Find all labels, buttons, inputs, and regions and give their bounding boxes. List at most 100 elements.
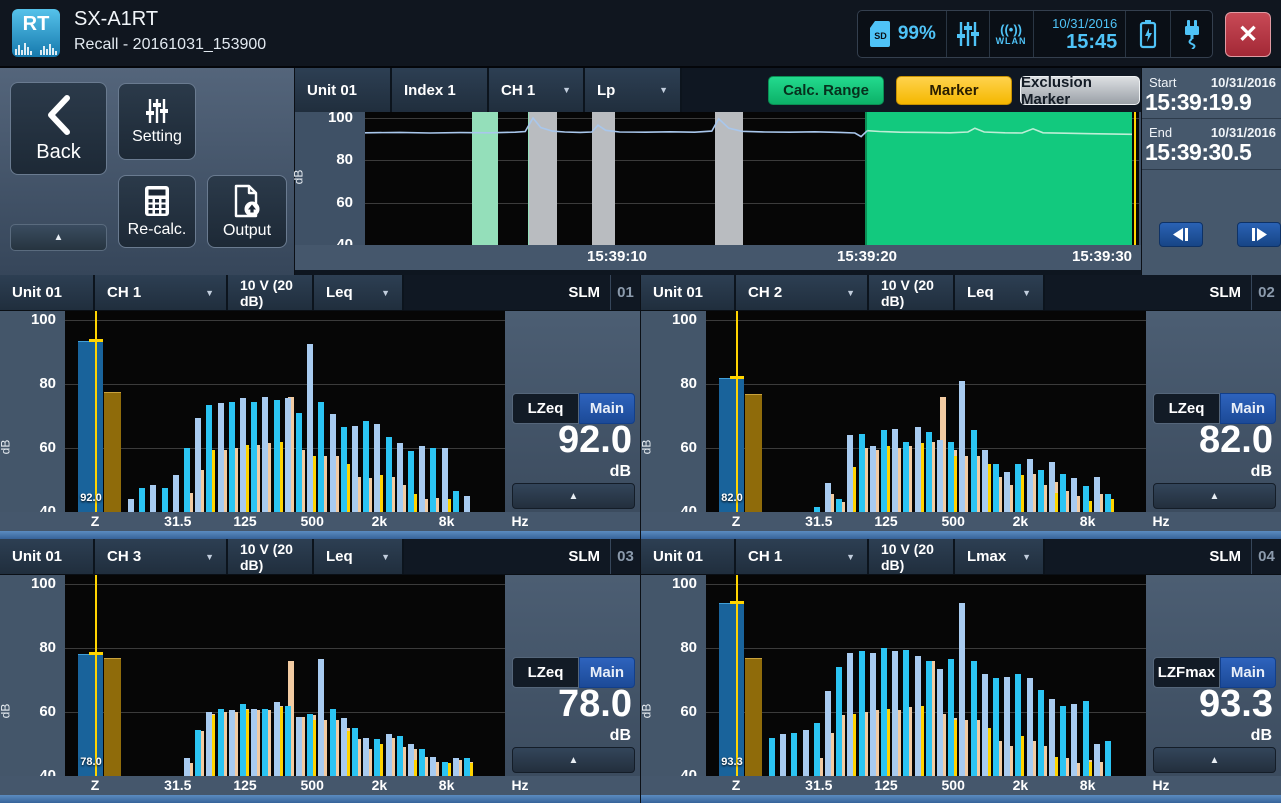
x-tick-label: Z: [91, 777, 100, 793]
marker-button[interactable]: Marker: [896, 76, 1012, 105]
gridline: [65, 320, 505, 321]
spectrum-bar: [1004, 472, 1010, 512]
close-button[interactable]: ✕: [1225, 12, 1271, 57]
x-tick-label: 2k: [372, 777, 388, 793]
panel-channel-selector[interactable]: CH 1 ▼: [736, 539, 869, 574]
y-axis-unit-label: dB: [639, 704, 653, 719]
x-axis-unit-label: Hz: [511, 777, 528, 793]
spectrum-plot[interactable]: 93.3: [706, 575, 1146, 776]
spectrum-bar: [128, 499, 134, 512]
index-selector[interactable]: Index 1: [392, 68, 489, 112]
x-tick-label: 500: [942, 777, 965, 793]
panel-unit-selector[interactable]: Unit 01: [0, 275, 95, 310]
spectrum-plot[interactable]: 78.0: [65, 575, 505, 776]
step-backward-button[interactable]: [1159, 222, 1203, 247]
x-tick-label: 125: [233, 777, 256, 793]
panel-unit-selector[interactable]: Unit 01: [0, 539, 95, 574]
panel-quantity-selector[interactable]: Leq ▼: [955, 275, 1045, 310]
spectrum-bar: [870, 446, 876, 512]
slm-panel-2: Unit 01 CH 2 ▼ 10 V (20 dB) Leq ▼ SLM 02…: [641, 275, 1281, 539]
battery-icon: [1138, 19, 1158, 49]
panel-expand-button[interactable]: ▲: [1153, 747, 1276, 773]
panel-slm-label: SLM: [404, 539, 610, 574]
end-date: 10/31/2016: [1211, 125, 1276, 140]
y-tick-label: 100: [303, 109, 353, 126]
y-tick-label: 100: [6, 575, 56, 592]
datetime-status: 10/31/2016 15:45: [1033, 11, 1126, 57]
spectrum-bar: [419, 749, 425, 776]
step-forward-button[interactable]: [1237, 222, 1281, 247]
z-cursor-line: [95, 575, 97, 776]
z-cursor-label: 78.0: [69, 756, 113, 768]
spectrum-bar-tertiary: [448, 499, 451, 512]
panel-slm-number: 02: [1251, 275, 1281, 310]
spectrum-bar: [803, 730, 809, 776]
panel-range-selector[interactable]: 10 V (20 dB): [228, 275, 314, 310]
y-tick-label: 100: [647, 575, 697, 592]
y-tick-label: 80: [647, 639, 697, 656]
level-time-line: [365, 112, 1139, 245]
level-time-plot[interactable]: [365, 112, 1139, 245]
panel-range-selector[interactable]: 10 V (20 dB): [228, 539, 314, 574]
spectrum-bar-tertiary: [212, 450, 215, 512]
chevron-down-icon: ▼: [659, 85, 668, 95]
z-cursor-tick: [730, 376, 744, 379]
spectrum-bar: [993, 678, 999, 776]
chevron-down-icon: ▼: [205, 552, 214, 562]
panel-expand-button[interactable]: ▲: [1153, 483, 1276, 509]
spectrum-bar: [430, 448, 436, 512]
panel-quantity-selector[interactable]: Leq ▼: [314, 275, 404, 310]
setting-button[interactable]: Setting: [118, 83, 196, 160]
plug-icon: [1181, 19, 1203, 49]
spectrum-bar: [251, 709, 257, 776]
level-time-chart-region: Unit 01 Index 1 CH 1 ▼ Lp ▼ Calc. Range …: [295, 68, 1141, 275]
panel-unit-selector[interactable]: Unit 01: [641, 275, 736, 310]
calc-range-button[interactable]: Calc. Range: [768, 76, 884, 105]
sidebar-collapse-button[interactable]: ▲: [10, 224, 107, 251]
panel-slm-label: SLM: [1045, 275, 1251, 310]
panel-quantity-selector[interactable]: Lmax ▼: [955, 539, 1045, 574]
panel-quantity-selector[interactable]: Leq ▼: [314, 539, 404, 574]
spectrum-bar: [892, 429, 898, 512]
panel-channel-selector[interactable]: CH 3 ▼: [95, 539, 228, 574]
battery-status: [1125, 11, 1170, 57]
spectrum-bar-tertiary: [212, 715, 215, 776]
spectrum-bar-tertiary: [414, 760, 417, 776]
y-tick-label: 100: [6, 311, 56, 328]
exclusion-marker-button[interactable]: Exclusion Marker: [1020, 76, 1140, 105]
spectrum-plot[interactable]: 92.0: [65, 311, 505, 512]
spectrum-bar: [296, 717, 302, 776]
recalc-button[interactable]: Re-calc.: [118, 175, 196, 248]
chevron-down-icon: ▼: [381, 552, 390, 562]
spectrum-x-axis: Z31.51255002k8kHz: [641, 776, 1281, 795]
spectrum-bar: [825, 483, 831, 512]
x-tick-label: 500: [942, 513, 965, 529]
panel-unit-selector[interactable]: Unit 01: [641, 539, 736, 574]
output-button[interactable]: Output: [207, 175, 287, 248]
spectrum-plot[interactable]: 82.0: [706, 311, 1146, 512]
panel-channel-selector[interactable]: CH 2 ▼: [736, 275, 869, 310]
spectrum-bar: [926, 432, 932, 512]
spectrum-bar: [1071, 704, 1077, 776]
channel-selector[interactable]: CH 1 ▼: [489, 68, 585, 112]
panel-range-selector[interactable]: 10 V (20 dB): [869, 539, 955, 574]
back-button[interactable]: Back: [10, 82, 107, 175]
y-tick-label: 60: [303, 194, 353, 211]
spectrum-bar: [825, 691, 831, 776]
setting-sliders-icon: [144, 98, 170, 124]
spectrum-bar: [1071, 478, 1077, 512]
panel-expand-button[interactable]: ▲: [512, 747, 635, 773]
panel-expand-button[interactable]: ▲: [512, 483, 635, 509]
spectrum-bar-tertiary: [470, 763, 473, 776]
y-tick-label: 80: [647, 375, 697, 392]
spectrum-bar: [195, 418, 201, 512]
panel-channel-selector[interactable]: CH 1 ▼: [95, 275, 228, 310]
panel-value-column: LZeq Main 82.0 dB ▲: [1146, 311, 1281, 512]
spectrum-bar: [937, 440, 943, 512]
level-time-x-axis: 15:39:1015:39:2015:39:30: [295, 245, 1141, 270]
spectrum-bar: [330, 709, 336, 776]
quantity-selector[interactable]: Lp ▼: [585, 68, 682, 112]
unit-selector[interactable]: Unit 01: [295, 68, 392, 112]
panel-range-selector[interactable]: 10 V (20 dB): [869, 275, 955, 310]
spectrum-bar-tertiary: [280, 707, 283, 776]
